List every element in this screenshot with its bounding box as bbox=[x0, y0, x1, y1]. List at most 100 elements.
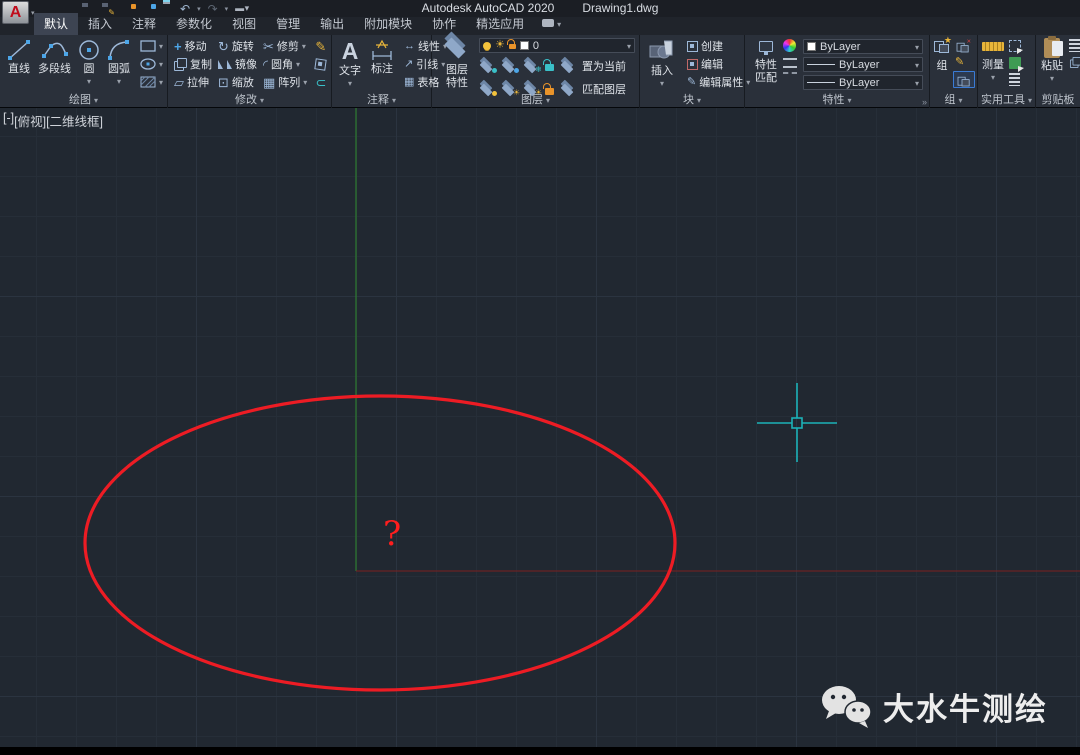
panel-label-annotate[interactable]: 注释 bbox=[332, 91, 431, 107]
lineweight-dropdown[interactable]: ByLayer bbox=[803, 57, 923, 72]
fillet-caret-icon bbox=[296, 58, 300, 70]
edit-block-button[interactable]: 编辑 bbox=[685, 55, 752, 73]
panel-label-utilities[interactable]: 实用工具 bbox=[978, 91, 1035, 107]
explode-button[interactable] bbox=[313, 55, 328, 73]
set-current-button[interactable]: 置为当前 bbox=[582, 57, 626, 75]
layer-lock-icon[interactable] bbox=[545, 64, 554, 71]
color-wheel-icon bbox=[783, 39, 796, 52]
quick-select-button[interactable] bbox=[1007, 37, 1023, 54]
layer-color-swatch bbox=[520, 41, 529, 50]
object-color-dropdown[interactable]: ByLayer bbox=[803, 39, 923, 54]
stretch-button[interactable]: ▱拉伸 bbox=[172, 73, 214, 91]
group-selection-toggle[interactable] bbox=[953, 71, 975, 88]
group-button[interactable]: ★ 组 bbox=[933, 37, 951, 93]
undo-caret-icon[interactable]: ▾ bbox=[197, 5, 201, 13]
quick-calc-button[interactable] bbox=[1007, 71, 1023, 88]
paste-button[interactable]: 粘贴 bbox=[1040, 37, 1064, 93]
circle-button[interactable]: 圆 bbox=[74, 37, 104, 93]
paste-caret-icon[interactable] bbox=[1050, 72, 1054, 85]
layer-isolate-icon[interactable] bbox=[501, 60, 517, 72]
array-button[interactable]: ▦阵列 bbox=[261, 73, 309, 91]
copy-button[interactable]: 复制 bbox=[172, 55, 214, 73]
tab-manage[interactable]: 管理 bbox=[266, 13, 310, 35]
layer-properties-button[interactable]: 图层 特性 bbox=[437, 37, 477, 98]
tab-view[interactable]: 视图 bbox=[222, 13, 266, 35]
tab-output[interactable]: 输出 bbox=[310, 13, 354, 35]
circle-icon bbox=[77, 38, 101, 62]
tab-parametric[interactable]: 参数化 bbox=[166, 13, 222, 35]
cut-button[interactable] bbox=[1067, 37, 1080, 54]
drawing-canvas[interactable]: [-] [俯视] [二维线框] ? bbox=[0, 108, 1080, 747]
create-block-button[interactable]: 创建 bbox=[685, 37, 752, 55]
erase-button[interactable]: ✎ bbox=[313, 37, 328, 55]
text-caret-icon[interactable] bbox=[348, 77, 352, 90]
tab-addins[interactable]: 附加模块 bbox=[354, 13, 422, 35]
edit-attributes-button[interactable]: ✎编辑属性 bbox=[685, 73, 752, 91]
linetype-dropdown[interactable]: ByLayer bbox=[803, 75, 923, 90]
mirror-button[interactable]: 镜像 bbox=[216, 55, 259, 73]
ribbon-state-icon bbox=[542, 19, 554, 27]
arc-button[interactable]: 圆弧 bbox=[104, 37, 134, 93]
polyline-button[interactable]: 多段线 bbox=[35, 37, 74, 93]
circle-caret-icon[interactable] bbox=[87, 75, 91, 88]
properties-dialog-launcher-icon[interactable]: » bbox=[922, 97, 927, 107]
layer-set-current-icon[interactable] bbox=[560, 60, 576, 72]
match-properties-button[interactable]: 特性 匹配 bbox=[749, 37, 783, 90]
panel-utilities-caret-icon bbox=[1028, 94, 1032, 106]
ellipse-tool-button[interactable] bbox=[138, 55, 165, 73]
tab-featured-apps[interactable]: 精选应用 bbox=[466, 13, 534, 35]
offset-icon: ⊂ bbox=[315, 76, 326, 89]
lineweight-icon bbox=[783, 58, 797, 68]
crosshair-cursor bbox=[757, 383, 837, 462]
panel-label-modify[interactable]: 修改 bbox=[168, 91, 331, 107]
trim-button[interactable]: ✂修剪 bbox=[261, 37, 309, 55]
tab-collaborate[interactable]: 协作 bbox=[422, 13, 466, 35]
trim-icon: ✂ bbox=[263, 40, 274, 53]
insert-caret-icon[interactable] bbox=[660, 77, 664, 90]
offset-button[interactable]: ⊂ bbox=[313, 73, 328, 91]
lineweight-sample bbox=[807, 64, 835, 65]
rotate-button[interactable]: ↻旋转 bbox=[216, 37, 259, 55]
panel-label-clipboard[interactable]: 剪贴板 bbox=[1036, 91, 1080, 107]
hatch-button[interactable] bbox=[138, 73, 165, 91]
redo-caret-icon[interactable]: ▾ bbox=[225, 5, 229, 13]
copy-clip-button[interactable] bbox=[1067, 54, 1080, 71]
group-edit-button[interactable]: ✎ bbox=[953, 54, 975, 71]
bottom-black-strip bbox=[0, 747, 1080, 755]
dimension-button[interactable]: 标注 bbox=[366, 37, 398, 93]
scale-button[interactable]: ⊡缩放 bbox=[216, 73, 259, 91]
line-button[interactable]: 直线 bbox=[3, 37, 35, 93]
select-all-button[interactable] bbox=[1007, 54, 1023, 71]
arc-caret-icon[interactable] bbox=[117, 75, 121, 88]
layer-off-icon[interactable] bbox=[479, 60, 495, 72]
ribbon-tab-row: 默认 插入 注释 参数化 视图 管理 输出 附加模块 协作 精选应用 bbox=[0, 17, 1080, 35]
measure-button[interactable]: 测量 bbox=[981, 37, 1005, 93]
ungroup-button[interactable]: × bbox=[953, 37, 975, 54]
tab-insert[interactable]: 插入 bbox=[78, 13, 122, 35]
insert-block-icon bbox=[648, 38, 676, 64]
panel-label-layers[interactable]: 图层 bbox=[432, 91, 639, 107]
text-button[interactable]: A 文字 bbox=[336, 37, 364, 93]
panel-label-block[interactable]: 块 bbox=[640, 91, 744, 107]
erase-icon: ✎ bbox=[315, 40, 326, 53]
doc-title: Drawing1.dwg bbox=[582, 1, 658, 15]
rectangle-button[interactable] bbox=[138, 37, 165, 55]
measure-caret-icon[interactable] bbox=[991, 71, 995, 84]
tab-default[interactable]: 默认 bbox=[34, 13, 78, 35]
panel-group: ★ 组 × ✎ 组 bbox=[930, 35, 978, 108]
ribbon-display-toggle[interactable] bbox=[542, 14, 561, 35]
panel-label-properties[interactable]: 特性 bbox=[745, 91, 929, 107]
app-menu-button[interactable]: A bbox=[2, 1, 29, 24]
layer-dropdown[interactable]: ☀ 0 bbox=[479, 38, 635, 53]
panel-label-draw[interactable]: 绘图 bbox=[0, 91, 167, 107]
panel-draw-caret-icon bbox=[94, 94, 98, 106]
insert-block-button[interactable]: 插入 bbox=[645, 37, 679, 93]
tab-annotate[interactable]: 注释 bbox=[122, 13, 166, 35]
panel-label-group[interactable]: 组 bbox=[930, 91, 977, 107]
ellipse-entity[interactable] bbox=[85, 396, 675, 690]
group-selection-icon bbox=[958, 74, 971, 85]
move-button[interactable]: +移动 bbox=[172, 37, 214, 55]
object-color-swatch bbox=[807, 42, 816, 51]
layer-freeze-icon[interactable]: ❄ bbox=[523, 60, 539, 72]
fillet-button[interactable]: ◜圆角 bbox=[261, 55, 309, 73]
